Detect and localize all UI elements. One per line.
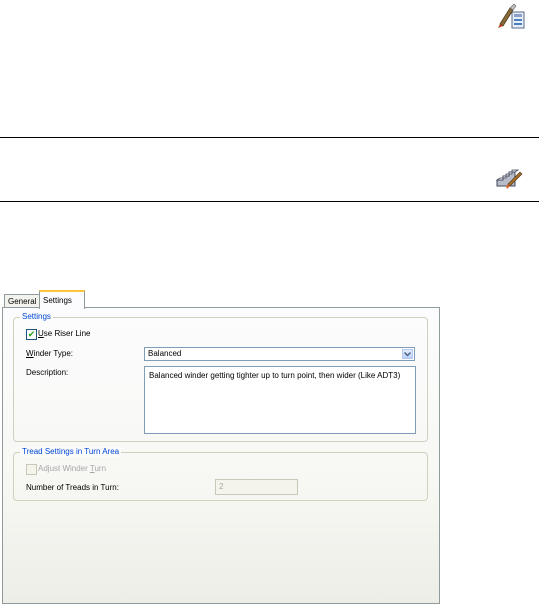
winder-type-value: Balanced	[148, 349, 182, 358]
stair-paint-icon[interactable]	[494, 164, 524, 192]
tread-settings-group-legend: Tread Settings in Turn Area	[20, 447, 122, 457]
number-of-treads-label: Number of Treads in Turn:	[26, 483, 119, 492]
settings-pane: Settings ✔ Use Riser Line Winder Type: B…	[2, 307, 440, 604]
tab-strip: General Settings	[0, 290, 440, 309]
use-riser-line-checkbox[interactable]: ✔	[26, 329, 37, 340]
winder-type-label: Winder Type:	[26, 349, 73, 358]
description-text: Balanced winder getting tighter up to tu…	[149, 371, 401, 380]
divider-bottom	[0, 201, 539, 202]
adjust-winder-turn-checkbox[interactable]	[26, 464, 37, 475]
number-of-treads-value: 2	[219, 482, 224, 491]
winder-style-dialog: General Settings Settings ✔ Use Riser Li…	[0, 290, 440, 604]
use-riser-line-text: se Riser Line	[43, 329, 91, 338]
use-riser-line-label[interactable]: Use Riser Line	[38, 329, 90, 339]
chevron-down-icon[interactable]	[402, 349, 413, 359]
tab-general[interactable]: General	[4, 294, 42, 308]
style-brush-icon[interactable]	[496, 2, 526, 30]
winder-type-dropdown[interactable]: Balanced	[144, 347, 415, 361]
number-of-treads-input[interactable]: 2	[215, 479, 298, 495]
tab-settings[interactable]: Settings	[39, 290, 85, 309]
settings-group: Settings ✔ Use Riser Line Winder Type: B…	[13, 312, 428, 442]
settings-group-legend: Settings	[20, 312, 53, 322]
tread-settings-group: Tread Settings in Turn Area Adjust Winde…	[13, 447, 428, 501]
description-textbox[interactable]: Balanced winder getting tighter up to tu…	[144, 366, 416, 434]
description-label: Description:	[26, 368, 69, 377]
divider-top	[0, 137, 539, 138]
adjust-winder-turn-label[interactable]: Adjust Winder Turn	[38, 464, 106, 474]
